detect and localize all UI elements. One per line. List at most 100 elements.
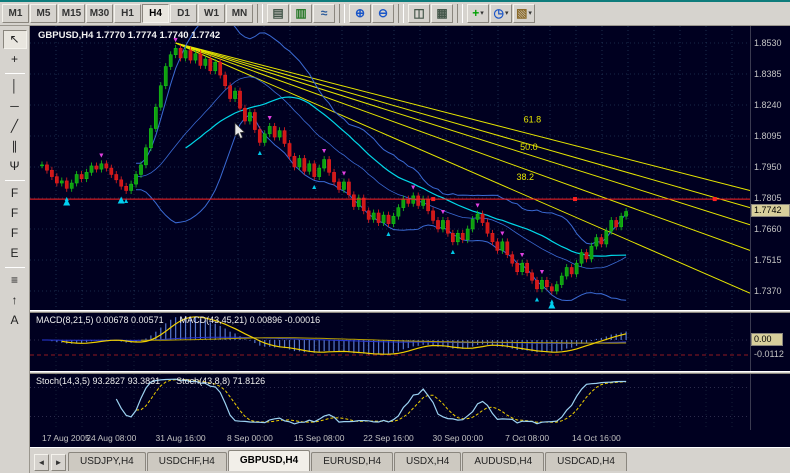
price-axis-label: 1.8240 xyxy=(754,100,782,110)
time-axis-label: 14 Oct 16:00 xyxy=(572,433,621,443)
price-axis-label: 1.7950 xyxy=(754,162,782,172)
svg-text:▲: ▲ xyxy=(115,193,127,207)
tile-windows-icon-glyph: ◫ xyxy=(413,5,424,22)
svg-text:▼: ▼ xyxy=(266,115,273,122)
chevron-down-icon[interactable]: ▾ xyxy=(480,5,484,22)
time-axis-label: 30 Sep 00:00 xyxy=(433,433,484,443)
price-axis-label: 1.8530 xyxy=(754,38,782,48)
timeframes-icon[interactable]: ◷▾ xyxy=(490,4,512,23)
tabs-scroll-right[interactable]: ► xyxy=(51,454,66,471)
price-axis-label: 1.7370 xyxy=(754,286,782,296)
stoch-canvas[interactable] xyxy=(30,374,750,430)
chart-tab-usdchf-h4[interactable]: USDCHF,H4 xyxy=(147,452,227,471)
templates-icon-glyph: ▧ xyxy=(516,5,527,22)
tile-windows-icon[interactable]: ◫ xyxy=(408,4,430,23)
tabs-scroll-left[interactable]: ◄ xyxy=(34,454,49,471)
timeframe-button-h1[interactable]: H1 xyxy=(114,4,141,23)
macd-canvas[interactable] xyxy=(30,313,750,371)
time-axis-label: 8 Sep 00:00 xyxy=(227,433,273,443)
zoom-out-icon[interactable]: ⊖ xyxy=(372,4,394,23)
timeframe-button-m15[interactable]: M15 xyxy=(58,4,85,23)
svg-text:▲: ▲ xyxy=(449,249,456,256)
stoch-axis xyxy=(750,374,790,430)
timeframe-button-m30[interactable]: M30 xyxy=(86,4,113,23)
chart-tab-usdcad-h4[interactable]: USDCAD,H4 xyxy=(545,452,627,471)
line-chart-icon-glyph: ≈ xyxy=(321,5,328,22)
time-axis-label: 24 Aug 08:00 xyxy=(86,433,136,443)
elliott-wave-tool[interactable]: E xyxy=(3,244,27,263)
chart-tab-usdjpy-h4[interactable]: USDJPY,H4 xyxy=(68,452,146,471)
line-chart-icon[interactable]: ≈ xyxy=(313,4,335,23)
svg-text:▼: ▼ xyxy=(410,184,417,191)
time-axis-label: 15 Sep 08:00 xyxy=(294,433,345,443)
vertical-line-tool[interactable]: │ xyxy=(3,77,27,96)
cascade-windows-icon[interactable]: ▦ xyxy=(431,4,453,23)
chart-window: 61.850.038.2▲▼▲▼▲▼▲▼▼▲▼▼▲▼▼▼▲▼▲▲▲▲ GBPUS… xyxy=(30,26,790,473)
timeframe-button-m1[interactable]: M1 xyxy=(2,4,29,23)
drawing-toolbar: ↖+│─╱∥ΨFFFE≡↑A xyxy=(0,26,30,473)
candlestick-chart-icon[interactable]: ▥ xyxy=(290,4,312,23)
svg-text:61.8: 61.8 xyxy=(524,114,542,124)
timeframe-button-h4[interactable]: H4 xyxy=(142,4,169,23)
chevron-down-icon[interactable]: ▾ xyxy=(505,5,509,22)
svg-text:▲: ▲ xyxy=(311,184,318,191)
price-chart-canvas[interactable]: 61.850.038.2▲▼▲▼▲▼▲▼▼▲▼▼▲▼▼▼▲▼▲▲▲▲ xyxy=(30,26,750,310)
equidistant-channel-tool[interactable]: ∥ xyxy=(3,137,27,156)
svg-text:▼: ▼ xyxy=(172,37,179,44)
timeframe-button-w1[interactable]: W1 xyxy=(198,4,225,23)
fibonacci-arcs-tool[interactable]: F xyxy=(3,224,27,243)
zoom-in-icon[interactable]: ⊕ xyxy=(349,4,371,23)
svg-text:50.0: 50.0 xyxy=(520,142,538,152)
svg-text:▼: ▼ xyxy=(538,269,545,276)
time-axis-label: 17 Aug 2005 xyxy=(42,433,90,443)
timeframe-button-d1[interactable]: D1 xyxy=(170,4,197,23)
crosshair-tool[interactable]: + xyxy=(3,50,27,69)
horizontal-line-tool[interactable]: ─ xyxy=(3,97,27,116)
chart-tab-audusd-h4[interactable]: AUDUSD,H4 xyxy=(462,452,544,471)
svg-text:▼: ▼ xyxy=(98,152,105,159)
chevron-down-icon[interactable]: ▾ xyxy=(528,5,532,22)
svg-text:▲: ▲ xyxy=(546,297,558,310)
time-axis-label: 7 Oct 08:00 xyxy=(505,433,549,443)
macd-min-label: -0.0112 xyxy=(754,349,784,359)
zoom-out-icon-glyph: ⊖ xyxy=(378,5,388,22)
templates-icon[interactable]: ▧▾ xyxy=(513,4,535,23)
top-toolbar: M1M5M15M30H1H4D1W1MN ▤▥≈⊕⊖◫▦+▾◷▾▧▾ xyxy=(0,2,790,26)
time-axis-label: 22 Sep 16:00 xyxy=(363,433,414,443)
svg-text:▲: ▲ xyxy=(61,195,73,209)
text-tool[interactable]: A xyxy=(3,311,27,330)
main-area: ↖+│─╱∥ΨFFFE≡↑A 61.850.038.2▲▼▲▼▲▼▲▼▼▲▼▼▲… xyxy=(0,26,790,473)
timeframe-toolbar: M1M5M15M30H1H4D1W1MN xyxy=(2,4,254,23)
toolbar-separator xyxy=(5,180,25,181)
chart-tab-usdx-h4[interactable]: USDX,H4 xyxy=(394,452,461,471)
trendline-tool[interactable]: ╱ xyxy=(3,117,27,136)
price-axis-label: 1.7805 xyxy=(754,193,782,203)
svg-text:38.2: 38.2 xyxy=(516,172,534,182)
cycle-lines-tool[interactable]: ≡ xyxy=(3,271,27,290)
macd-zero-tag: 0.00 xyxy=(751,333,783,346)
timeframe-button-mn[interactable]: MN xyxy=(226,4,253,23)
toolbar-separator xyxy=(257,4,263,23)
stoch-panel: Stoch(14,3,5) 93.2827 93.3831 Stoch(43,8… xyxy=(30,374,790,430)
cursor-tool[interactable]: ↖ xyxy=(3,30,27,49)
price-axis-label: 1.8095 xyxy=(754,131,782,141)
andrews-pitchfork-tool[interactable]: Ψ xyxy=(3,157,27,176)
toolbar-separator xyxy=(5,73,25,74)
fibonacci-retracement-tool[interactable]: F xyxy=(3,184,27,203)
add-indicator-icon-glyph: + xyxy=(472,5,479,22)
svg-text:▼: ▼ xyxy=(474,203,481,210)
mt4-window: M1M5M15M30H1H4D1W1MN ▤▥≈⊕⊖◫▦+▾◷▾▧▾ ↖+│─╱… xyxy=(0,0,790,473)
bar-chart-icon[interactable]: ▤ xyxy=(267,4,289,23)
arrows-tool[interactable]: ↑ xyxy=(3,291,27,310)
fibonacci-fan-tool[interactable]: F xyxy=(3,204,27,223)
chart-tab-eurusd-h4[interactable]: EURUSD,H4 xyxy=(311,452,393,471)
add-indicator-icon[interactable]: +▾ xyxy=(467,4,489,23)
chart-tab-gbpusd-h4[interactable]: GBPUSD,H4 xyxy=(228,450,310,471)
candlestick-chart-icon-glyph: ▥ xyxy=(295,5,306,22)
toolbar-separator xyxy=(398,4,404,23)
timeframe-button-m5[interactable]: M5 xyxy=(30,4,57,23)
price-axis-label: 1.7660 xyxy=(754,224,782,234)
time-axis: 17 Aug 200524 Aug 08:0031 Aug 16:008 Sep… xyxy=(30,430,790,447)
svg-text:▲: ▲ xyxy=(534,296,541,303)
price-axis-label: 1.7515 xyxy=(754,255,782,265)
